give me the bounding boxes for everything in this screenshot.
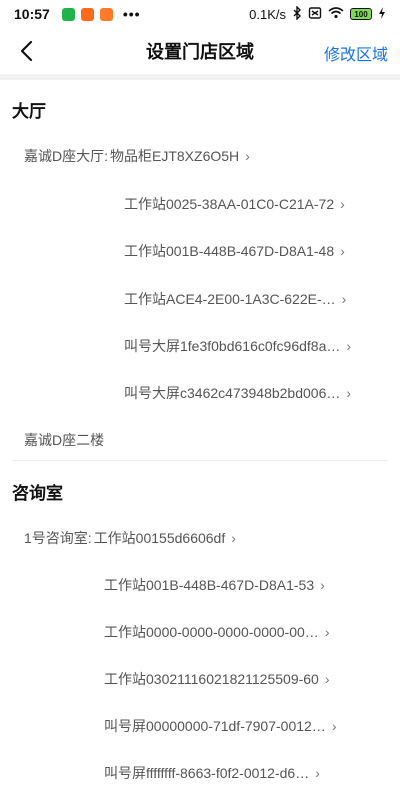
group-label: 1号咨询室: [24, 530, 92, 546]
section-title-consult-room: 咨询室 [12, 484, 63, 503]
device-row[interactable]: 工作站0025-38AA-01C0-C21A-72 › [124, 194, 345, 214]
chevron-right-icon: › [340, 196, 345, 212]
device-name: 叫号屏ffffffff-8663-f0f2-0012-d6… [104, 765, 310, 781]
device-name: 工作站ACE4-2E00-1A3C-622E-… [124, 291, 336, 307]
mi-notification-icon [80, 7, 94, 21]
group-label: 嘉诚D座大厅: [24, 148, 108, 164]
app-notification-icon [99, 7, 113, 21]
device-row[interactable]: 工作站0302111602182112550​9-60 › [104, 669, 330, 689]
chevron-right-icon: › [315, 765, 320, 781]
room-device-row[interactable]: 1号咨询室: 工作站00155d6606df › [24, 528, 236, 548]
device-name: 叫号屏00000000-71df-7907-0012… [104, 718, 326, 734]
device-row[interactable]: 工作站001B-448B-467D-D8A1-53 › [104, 575, 325, 595]
device-name: 工作站0025-38AA-01C0-C21A-72 [124, 196, 335, 212]
device-name: 工作站00155d6606df [93, 530, 226, 546]
device-row[interactable]: 叫号屏ffffffff-8663-f0f2-0012-d6… › [104, 763, 320, 783]
battery-icon: 100 [350, 8, 372, 20]
section-title-lobby: 大厅 [12, 102, 46, 121]
chevron-right-icon: › [320, 577, 325, 593]
chevron-right-icon: › [346, 385, 352, 401]
chevron-right-icon: › [324, 624, 330, 640]
wifi-icon [328, 6, 344, 22]
edit-area-button[interactable]: 修改区域 [324, 41, 388, 65]
device-name: 工作站0302111602182112550​9-60 [104, 671, 319, 687]
chevron-right-icon: › [324, 671, 330, 687]
back-button[interactable] [14, 38, 40, 64]
device-name: 工作站0000-0000-0000-0000-00… [104, 624, 319, 640]
device-row[interactable]: 工作站0000-0000-0000-0000-00… › [104, 622, 329, 642]
chevron-right-icon: › [231, 530, 236, 546]
chevron-left-icon [20, 40, 33, 62]
status-bar: 10:57 ••• 0.1K/s 100 [0, 0, 400, 28]
device-name: 物品柜EJT8XZ6O5H [110, 148, 240, 164]
chevron-right-icon: › [245, 148, 250, 164]
more-notifications-icon: ••• [122, 6, 141, 22]
device-row[interactable]: 工作站001B-448B-467D-D8A1-48 › [124, 241, 345, 261]
device-row[interactable]: 叫号大屏1fe3f0bd616c0fc96df8a… › [124, 336, 351, 356]
wechat-notification-icon [61, 7, 75, 21]
device-row[interactable]: 叫号屏00000000-71df-7907-0012… › [104, 716, 336, 736]
chevron-right-icon: › [340, 243, 345, 259]
device-name: 叫号大屏1fe3f0bd616c0fc96df8a… [124, 338, 341, 354]
chevron-right-icon: › [341, 291, 347, 307]
chevron-right-icon: › [331, 718, 337, 734]
net-speed: 0.1K/s [249, 6, 286, 22]
device-name: 叫号大屏c3462c473948b2bd006… [124, 385, 341, 401]
status-time: 10:57 [14, 6, 50, 22]
section-divider [12, 460, 388, 461]
bluetooth-icon [292, 4, 302, 23]
device-row[interactable]: 工作站ACE4-2E00-1A3C-622E-… › [124, 289, 346, 309]
device-name: 工作站001B-448B-467D-D8A1-48 [124, 243, 335, 259]
charging-icon [378, 6, 386, 22]
store-device-row[interactable]: 嘉诚D座大厅: 物品柜EJT8XZ6O5H › [24, 146, 250, 166]
nav-bar: 设置门店区域 修改区域 [0, 28, 400, 74]
sim-off-icon [308, 6, 322, 23]
nav-divider [0, 74, 400, 80]
store-label: 嘉诚D座二楼 [24, 432, 105, 448]
device-name: 工作站001B-448B-467D-D8A1-53 [104, 577, 315, 593]
chevron-right-icon: › [346, 338, 352, 354]
device-row[interactable]: 叫号大屏c3462c473948b2bd006… › [124, 383, 351, 403]
